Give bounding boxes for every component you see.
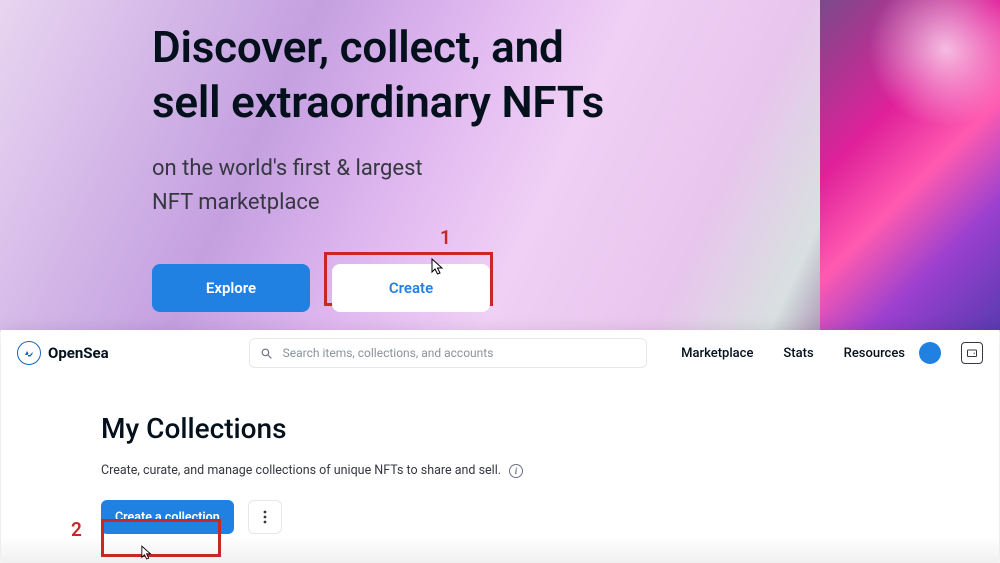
search-input[interactable] [283, 346, 636, 360]
cursor-icon [141, 545, 153, 561]
annotation-number-2: 2 [71, 518, 82, 541]
navbar: OpenSea Marketplace Stats Resources [1, 330, 999, 376]
brand-logo[interactable]: OpenSea [17, 341, 109, 365]
nav-stats[interactable]: Stats [783, 346, 813, 361]
create-button[interactable]: Create [332, 264, 490, 312]
create-collection-button[interactable]: Create a collection [101, 500, 234, 534]
nav-resources[interactable]: Resources [844, 346, 905, 361]
info-icon[interactable]: i [509, 464, 523, 478]
hero-subtitle: on the world's first & largest NFT marke… [152, 152, 1000, 220]
page-title: My Collections [101, 412, 999, 445]
cursor-icon [431, 258, 445, 276]
kebab-icon [263, 510, 267, 524]
page-description: Create, curate, and manage collections o… [101, 463, 999, 478]
wallet-button[interactable] [961, 342, 983, 364]
more-options-button[interactable] [248, 500, 282, 534]
user-avatar[interactable] [919, 342, 941, 364]
annotation-number-1: 1 [440, 226, 451, 249]
search-bar[interactable] [249, 338, 647, 368]
hero-banner: Discover, collect, and sell extraordinar… [0, 0, 1000, 330]
search-icon [260, 347, 273, 360]
explore-button[interactable]: Explore [152, 264, 310, 312]
opensea-logo-icon [17, 341, 41, 365]
my-collections-page: My Collections Create, curate, and manag… [1, 376, 999, 534]
nav-marketplace[interactable]: Marketplace [681, 346, 753, 361]
hero-title: Discover, collect, and sell extraordinar… [152, 20, 1000, 130]
wallet-icon [966, 347, 978, 359]
app-window: OpenSea Marketplace Stats Resources [1, 330, 999, 563]
brand-name: OpenSea [48, 344, 109, 362]
